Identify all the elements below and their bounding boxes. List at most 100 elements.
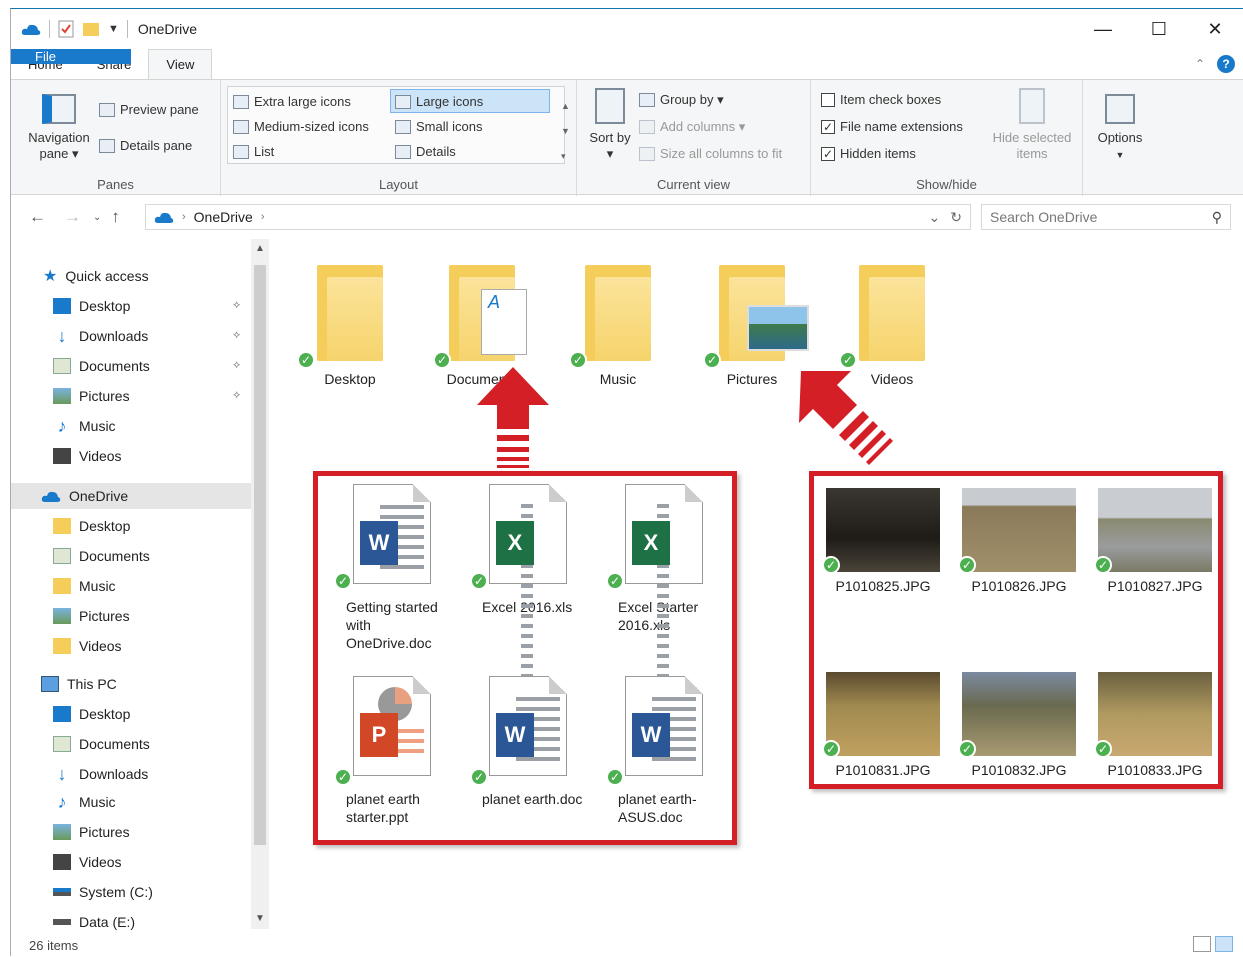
photo-p1010831[interactable]: P1010831.JPG	[824, 672, 942, 778]
group-by-button[interactable]: Group by ▾	[639, 92, 724, 108]
photo-p1010826[interactable]: P1010826.JPG	[960, 488, 1078, 594]
window-title: OneDrive	[137, 21, 198, 37]
nav-onedrive-desktop[interactable]: Desktop	[53, 513, 130, 539]
refresh-icon[interactable]: ↻	[950, 209, 962, 226]
nav-pc-data-drive[interactable]: Data (E:)	[53, 909, 135, 935]
item-check-boxes-checkbox[interactable]: Item check boxes	[821, 92, 941, 107]
help-icon[interactable]: ?	[1217, 55, 1235, 73]
navigation-pane-label: Navigation pane ▾	[28, 130, 90, 161]
layout-small-icons[interactable]: Small icons	[395, 119, 482, 134]
close-button[interactable]: ✕	[1187, 9, 1243, 49]
tab-view[interactable]: View	[148, 49, 213, 79]
preview-pane-icon	[99, 102, 115, 117]
photo-p1010827[interactable]: P1010827.JPG	[1096, 488, 1214, 594]
details-view-icon[interactable]	[1193, 936, 1211, 952]
preview-pane-button[interactable]: Preview pane	[99, 102, 199, 117]
up-arrow-icon[interactable]: ↑	[111, 207, 120, 227]
recent-locations-icon[interactable]: ⌄	[93, 212, 101, 223]
photo-thumbnail	[826, 488, 940, 572]
nav-onedrive-documents[interactable]: Documents	[53, 543, 150, 569]
sync-check-icon: ✓	[1094, 556, 1112, 574]
nav-quick-downloads[interactable]: ↓ Downloads	[53, 323, 149, 349]
file-planet-earth[interactable]: W planet earth.doc	[468, 676, 588, 808]
sort-by-button[interactable]: Sort by ▾	[587, 88, 633, 162]
forward-arrow-icon[interactable]: →	[64, 207, 81, 227]
breadcrumb-onedrive[interactable]: OneDrive	[194, 209, 253, 225]
nav-quick-documents[interactable]: Documents	[53, 353, 150, 379]
layout-medium-icons[interactable]: Medium-sized icons	[233, 119, 369, 134]
customize-qat-icon[interactable]: ▼	[108, 23, 119, 35]
documents-contents-box: W Getting started with OneDrive.doc ✓ X …	[313, 471, 737, 845]
layout-details[interactable]: Details	[395, 144, 456, 159]
nav-this-pc[interactable]: This PC	[41, 671, 117, 697]
folder-desktop[interactable]: Desktop	[291, 265, 409, 387]
layout-large-icons[interactable]: Large icons	[395, 94, 483, 109]
new-folder-icon[interactable]	[82, 21, 100, 37]
scrollbar-thumb[interactable]	[254, 265, 266, 845]
navigation-pane-button[interactable]: Navigation pane ▾	[19, 94, 99, 162]
hide-selected-items-button[interactable]: Hide selected items	[987, 88, 1077, 162]
file-name-extensions-checkbox[interactable]: ✓ File name extensions	[821, 119, 963, 134]
nav-label: Downloads	[79, 328, 149, 344]
back-arrow-icon[interactable]: ←	[29, 207, 46, 227]
layout-extra-large-icons[interactable]: Extra large icons	[233, 94, 351, 109]
scroll-up-icon[interactable]: ▲	[251, 243, 269, 254]
nav-pc-music[interactable]: ♪ Music	[53, 789, 116, 815]
nav-quick-desktop[interactable]: Desktop	[53, 293, 130, 319]
nav-pc-documents[interactable]: Documents	[53, 731, 150, 757]
address-dropdown-icon[interactable]: ⌄	[929, 209, 941, 226]
nav-pc-desktop[interactable]: Desktop	[53, 701, 130, 727]
photo-p1010825[interactable]: P1010825.JPG	[824, 488, 942, 594]
extra-large-icons-icon	[233, 94, 249, 109]
scroll-down-icon[interactable]: ▼	[251, 913, 269, 924]
options-label: Options	[1097, 130, 1143, 145]
layout-list[interactable]: List	[233, 144, 274, 159]
collapse-ribbon-icon[interactable]: ⌃	[1195, 57, 1205, 71]
nav-pc-pictures[interactable]: Pictures	[53, 819, 130, 845]
nav-onedrive[interactable]: OneDrive	[11, 483, 251, 509]
properties-icon[interactable]	[58, 20, 74, 38]
search-input[interactable]: Search OneDrive ⚲	[981, 204, 1231, 230]
nav-label: Pictures	[79, 388, 130, 404]
file-excel-starter-2016[interactable]: X Excel Starter 2016.xls	[604, 484, 724, 678]
photo-p1010832[interactable]: P1010832.JPG	[960, 672, 1078, 778]
hidden-items-checkbox[interactable]: ✓ Hidden items	[821, 146, 916, 161]
search-icon: ⚲	[1211, 208, 1222, 225]
pin-icon[interactable]: ⟡	[233, 359, 240, 372]
add-columns-button[interactable]: Add columns ▾	[639, 119, 745, 135]
layout-scroll-arrows[interactable]: ▲ ▼ ▾	[561, 94, 570, 169]
nav-onedrive-pictures[interactable]: Pictures	[53, 603, 130, 629]
address-box[interactable]: › OneDrive › ⌄ ↻	[145, 204, 971, 230]
large-icons-icon	[395, 94, 411, 109]
maximize-button[interactable]: ☐	[1131, 9, 1187, 49]
nav-onedrive-music[interactable]: Music	[53, 573, 116, 599]
sync-check-icon: ✓	[703, 351, 721, 369]
pin-icon[interactable]: ⟡	[233, 329, 240, 342]
file-planet-earth-starter[interactable]: P planet earth starter.ppt	[332, 676, 452, 826]
file-excel-2016[interactable]: X Excel 2016.xls	[468, 484, 588, 678]
folder-icon	[53, 638, 71, 654]
minimize-button[interactable]: —	[1075, 9, 1131, 49]
options-button[interactable]: Options ▼	[1089, 94, 1151, 163]
nav-scrollbar[interactable]: ▲ ▼	[251, 239, 269, 929]
file-planet-earth-asus[interactable]: W planet earth-ASUS.doc	[604, 676, 724, 826]
tab-file[interactable]: File	[11, 49, 131, 64]
pin-icon[interactable]: ⟡	[233, 389, 240, 402]
details-pane-button[interactable]: Details pane	[99, 138, 192, 153]
separator	[49, 20, 50, 38]
nav-quick-videos[interactable]: Videos	[53, 443, 122, 469]
nav-quick-pictures[interactable]: Pictures	[53, 383, 130, 409]
nav-pc-videos[interactable]: Videos	[53, 849, 122, 875]
photo-p1010833[interactable]: P1010833.JPG	[1096, 672, 1214, 778]
nav-quick-music[interactable]: ♪ Music	[53, 413, 116, 439]
large-icons-view-icon[interactable]	[1215, 936, 1233, 952]
pin-icon[interactable]: ⟡	[233, 299, 240, 312]
nav-pc-downloads[interactable]: ↓ Downloads	[53, 761, 149, 787]
nav-pc-system-drive[interactable]: System (C:)	[53, 879, 153, 905]
nav-onedrive-videos[interactable]: Videos	[53, 633, 122, 659]
file-getting-started[interactable]: W Getting started with OneDrive.doc	[332, 484, 452, 652]
nav-quick-access[interactable]: ★ Quick access	[43, 263, 149, 289]
size-columns-button[interactable]: Size all columns to fit	[639, 146, 782, 161]
group-by-label: Group by ▾	[660, 92, 724, 107]
explorer-window: ▼ OneDrive — ☐ ✕ File Home Share View ⌃ …	[10, 8, 1243, 956]
